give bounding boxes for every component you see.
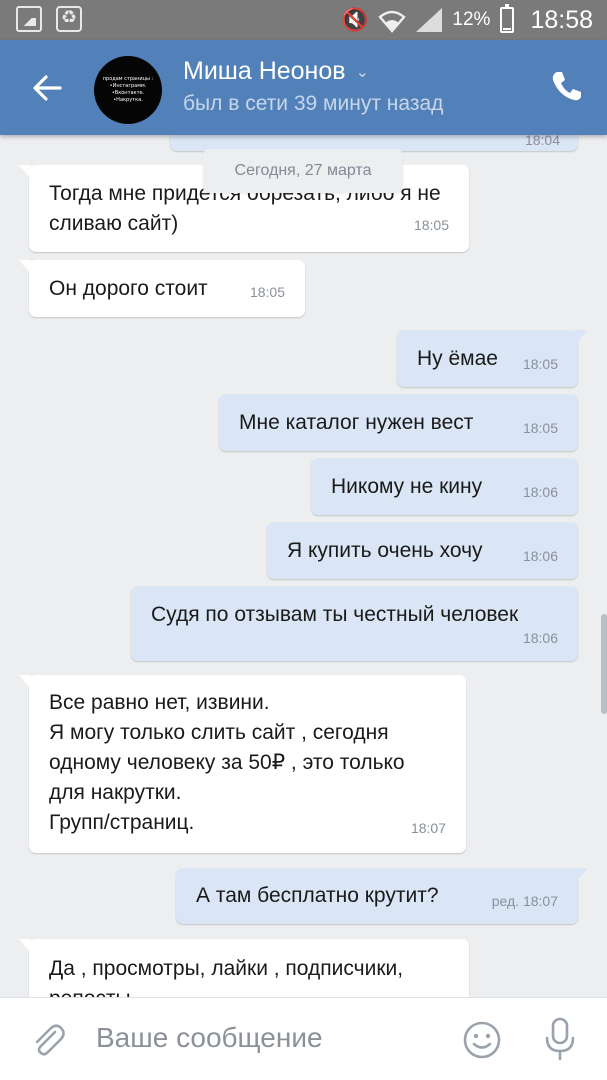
avatar[interactable]: продам страницы : •Инстаграмм. •Вконтакт… — [94, 56, 162, 124]
message-bubble-incoming[interactable]: Все равно нет, извини. Я могу только сли… — [19, 675, 466, 853]
message-list[interactable]: 18:04 Сегодня, 27 марта Тогда мне придет… — [0, 135, 607, 997]
last-seen-status: был в сети 39 минут назад — [183, 92, 444, 115]
message-time: 18:06 — [522, 630, 558, 646]
message-text: Все равно нет, извини. Я могу только сли… — [49, 691, 405, 834]
avatar-line: •Вконтакте. — [111, 90, 145, 96]
chat-header: продам страницы : •Инстаграмм. •Вконтакт… — [0, 40, 607, 135]
message-bubble-outgoing[interactable]: Судя по отзывам ты честный человек 18:06 — [131, 586, 578, 661]
back-arrow-icon[interactable] — [28, 68, 68, 108]
message-bubble-incoming[interactable]: Да , просмотры, лайки , подписчики, репо… — [19, 939, 469, 997]
battery-percent: 12% — [452, 9, 491, 30]
emoji-icon[interactable] — [462, 1020, 502, 1060]
avatar-line: продам страницы : — [102, 76, 154, 82]
gallery-icon — [16, 6, 42, 32]
message-time: 18:06 — [522, 484, 558, 500]
message-input[interactable]: Ваше сообщение — [96, 1022, 323, 1054]
battery-icon — [500, 4, 515, 33]
microphone-icon[interactable] — [540, 1016, 580, 1062]
status-bar: 🔇 12% 18:58 — [0, 0, 607, 40]
avatar-line: •Инстаграмм. — [109, 83, 147, 89]
message-time: 18:05 — [249, 284, 285, 300]
message-time: 18:06 — [522, 548, 558, 564]
message-bubble-incoming[interactable]: Он дорого стоит 18:05 — [19, 260, 305, 317]
message-bubble-outgoing[interactable]: А там бесплатно крутит? ред. 18:07 — [176, 868, 588, 924]
contact-name[interactable]: Миша Неонов ⌄ — [183, 57, 369, 86]
contact-name-text: Миша Неонов — [183, 57, 346, 85]
phone-icon[interactable] — [549, 68, 585, 104]
recycle-icon — [56, 6, 82, 32]
message-bubble-outgoing[interactable]: Я купить очень хочу 18:06 — [267, 522, 578, 579]
message-text: Судя по отзывам ты честный человек — [151, 603, 519, 626]
message-time: 18:05 — [413, 217, 449, 233]
message-text: Да , просмотры, лайки , подписчики, репо… — [49, 957, 404, 997]
scrollbar[interactable] — [601, 614, 607, 714]
message-time: ред. 18:07 — [491, 893, 558, 909]
clock: 18:58 — [530, 5, 593, 34]
mute-icon: 🔇 — [341, 7, 369, 32]
message-time: 18:05 — [522, 356, 558, 372]
chevron-down-icon: ⌄ — [355, 63, 369, 81]
signal-icon — [416, 8, 443, 32]
date-separator: Сегодня, 27 марта — [203, 149, 403, 193]
message-time: 18:07 — [410, 820, 446, 836]
message-time: 18:05 — [522, 420, 558, 436]
paperclip-icon[interactable] — [28, 1020, 68, 1060]
avatar-line: •Накрутка. — [113, 97, 143, 103]
message-bubble-outgoing[interactable]: Ну ёмае 18:05 — [397, 330, 588, 387]
message-bubble-outgoing[interactable]: Мне каталог нужен вест 18:05 — [219, 394, 578, 451]
message-time: 18:04 — [524, 135, 560, 148]
wifi-icon — [378, 10, 407, 33]
message-bubble-outgoing[interactable]: Никому не кину 18:06 — [311, 458, 578, 515]
message-composer: Ваше сообщение — [0, 997, 607, 1080]
